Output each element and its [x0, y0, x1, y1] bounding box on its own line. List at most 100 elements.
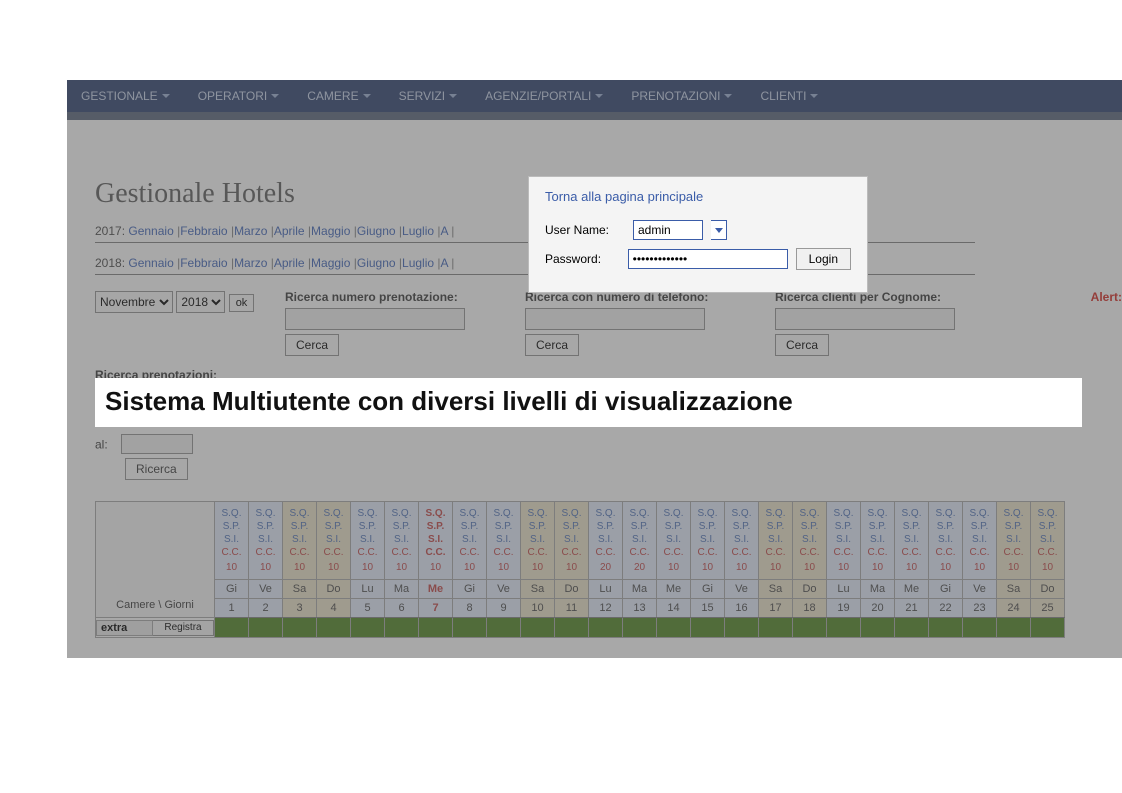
nav-item-servizi[interactable]: SERVIZI	[385, 81, 471, 111]
day-link[interactable]: S.P.	[286, 520, 313, 533]
month-link[interactable]: Febbraio	[180, 256, 227, 270]
month-link[interactable]: Luglio	[402, 256, 434, 270]
day-link[interactable]: S.Q.	[1000, 507, 1027, 520]
day-link[interactable]: S.P.	[218, 520, 245, 533]
year-select[interactable]: 2018	[176, 291, 225, 313]
day-link[interactable]: S.Q.	[966, 507, 993, 520]
day-link[interactable]: S.Q.	[898, 507, 925, 520]
day-link[interactable]: S.I.	[762, 533, 789, 546]
calendar-slot[interactable]	[827, 618, 861, 638]
calendar-slot[interactable]	[351, 618, 385, 638]
day-link[interactable]: S.Q.	[320, 507, 347, 520]
day-link[interactable]: C.C.	[932, 546, 959, 559]
nav-item-camere[interactable]: CAMERE	[293, 81, 384, 111]
day-link[interactable]: S.P.	[422, 520, 449, 533]
day-link[interactable]: S.I.	[966, 533, 993, 546]
day-link[interactable]: C.C.	[796, 546, 823, 559]
day-link[interactable]: S.Q.	[558, 507, 585, 520]
day-link[interactable]: S.I.	[626, 533, 653, 546]
day-link[interactable]: S.Q.	[932, 507, 959, 520]
month-link[interactable]: Marzo	[234, 224, 267, 238]
month-link[interactable]: Marzo	[234, 256, 267, 270]
day-link[interactable]: S.Q.	[388, 507, 415, 520]
day-link[interactable]: S.Q.	[694, 507, 721, 520]
day-link[interactable]: S.Q.	[354, 507, 381, 520]
day-link[interactable]: C.C.	[728, 546, 755, 559]
day-link[interactable]: S.P.	[388, 520, 415, 533]
search-surname-input[interactable]	[775, 308, 955, 330]
day-link[interactable]: S.Q.	[252, 507, 279, 520]
day-link[interactable]: S.Q.	[1034, 507, 1061, 520]
search-surname-button[interactable]: Cerca	[775, 334, 829, 356]
day-link[interactable]: C.C.	[558, 546, 585, 559]
login-button[interactable]: Login	[796, 248, 851, 270]
calendar-slot[interactable]	[419, 618, 453, 638]
day-link[interactable]: C.C.	[524, 546, 551, 559]
date-to-input[interactable]	[121, 434, 193, 454]
month-link[interactable]: Luglio	[402, 224, 434, 238]
day-link[interactable]: S.Q.	[864, 507, 891, 520]
day-link[interactable]: C.C.	[354, 546, 381, 559]
day-link[interactable]: S.P.	[728, 520, 755, 533]
day-link[interactable]: S.I.	[252, 533, 279, 546]
day-link[interactable]: S.Q.	[830, 507, 857, 520]
day-link[interactable]: S.P.	[864, 520, 891, 533]
search-phone-input[interactable]	[525, 308, 705, 330]
day-link[interactable]: S.Q.	[762, 507, 789, 520]
day-link[interactable]: S.P.	[456, 520, 483, 533]
day-link[interactable]: S.P.	[762, 520, 789, 533]
day-link[interactable]: S.I.	[218, 533, 245, 546]
day-link[interactable]: C.C.	[286, 546, 313, 559]
month-link[interactable]: Maggio	[311, 256, 350, 270]
day-link[interactable]: C.C.	[830, 546, 857, 559]
day-link[interactable]: S.I.	[932, 533, 959, 546]
day-link[interactable]: S.I.	[354, 533, 381, 546]
calendar-slot[interactable]	[589, 618, 623, 638]
calendar-slot[interactable]	[963, 618, 997, 638]
calendar-slot[interactable]	[1031, 618, 1065, 638]
day-link[interactable]: S.Q.	[286, 507, 313, 520]
password-input[interactable]	[628, 249, 788, 269]
day-link[interactable]: S.P.	[660, 520, 687, 533]
calendar-slot[interactable]	[895, 618, 929, 638]
day-link[interactable]: S.P.	[320, 520, 347, 533]
calendar-slot[interactable]	[453, 618, 487, 638]
day-link[interactable]: C.C.	[218, 546, 245, 559]
calendar-slot[interactable]	[691, 618, 725, 638]
search-phone-button[interactable]: Cerca	[525, 334, 579, 356]
day-link[interactable]: S.I.	[456, 533, 483, 546]
day-link[interactable]: S.Q.	[422, 507, 449, 520]
day-link[interactable]: S.Q.	[796, 507, 823, 520]
calendar-slot[interactable]	[555, 618, 589, 638]
calendar-slot[interactable]	[283, 618, 317, 638]
calendar-slot[interactable]	[793, 618, 827, 638]
day-link[interactable]: S.P.	[626, 520, 653, 533]
day-link[interactable]: S.P.	[1034, 520, 1061, 533]
day-link[interactable]: C.C.	[660, 546, 687, 559]
day-link[interactable]: C.C.	[252, 546, 279, 559]
day-link[interactable]: S.P.	[354, 520, 381, 533]
day-link[interactable]: S.P.	[796, 520, 823, 533]
day-link[interactable]: S.Q.	[524, 507, 551, 520]
day-link[interactable]: S.Q.	[626, 507, 653, 520]
day-link[interactable]: C.C.	[592, 546, 619, 559]
month-link[interactable]: Aprile	[274, 256, 305, 270]
day-link[interactable]: S.I.	[592, 533, 619, 546]
day-link[interactable]: S.I.	[422, 533, 449, 546]
day-link[interactable]: S.Q.	[592, 507, 619, 520]
day-link[interactable]: C.C.	[1000, 546, 1027, 559]
back-to-main-link[interactable]: Torna alla pagina principale	[545, 189, 851, 204]
month-link[interactable]: Giugno	[357, 256, 396, 270]
day-link[interactable]: C.C.	[864, 546, 891, 559]
username-dropdown-toggle[interactable]	[711, 220, 727, 240]
calendar-slot[interactable]	[249, 618, 283, 638]
day-link[interactable]: S.P.	[898, 520, 925, 533]
calendar-slot[interactable]	[657, 618, 691, 638]
calendar-slot[interactable]	[521, 618, 555, 638]
month-link[interactable]: A	[441, 256, 448, 270]
day-link[interactable]: C.C.	[388, 546, 415, 559]
month-select[interactable]: Novembre	[95, 291, 173, 313]
day-link[interactable]: S.P.	[558, 520, 585, 533]
calendar-slot[interactable]	[861, 618, 895, 638]
day-link[interactable]: S.I.	[830, 533, 857, 546]
